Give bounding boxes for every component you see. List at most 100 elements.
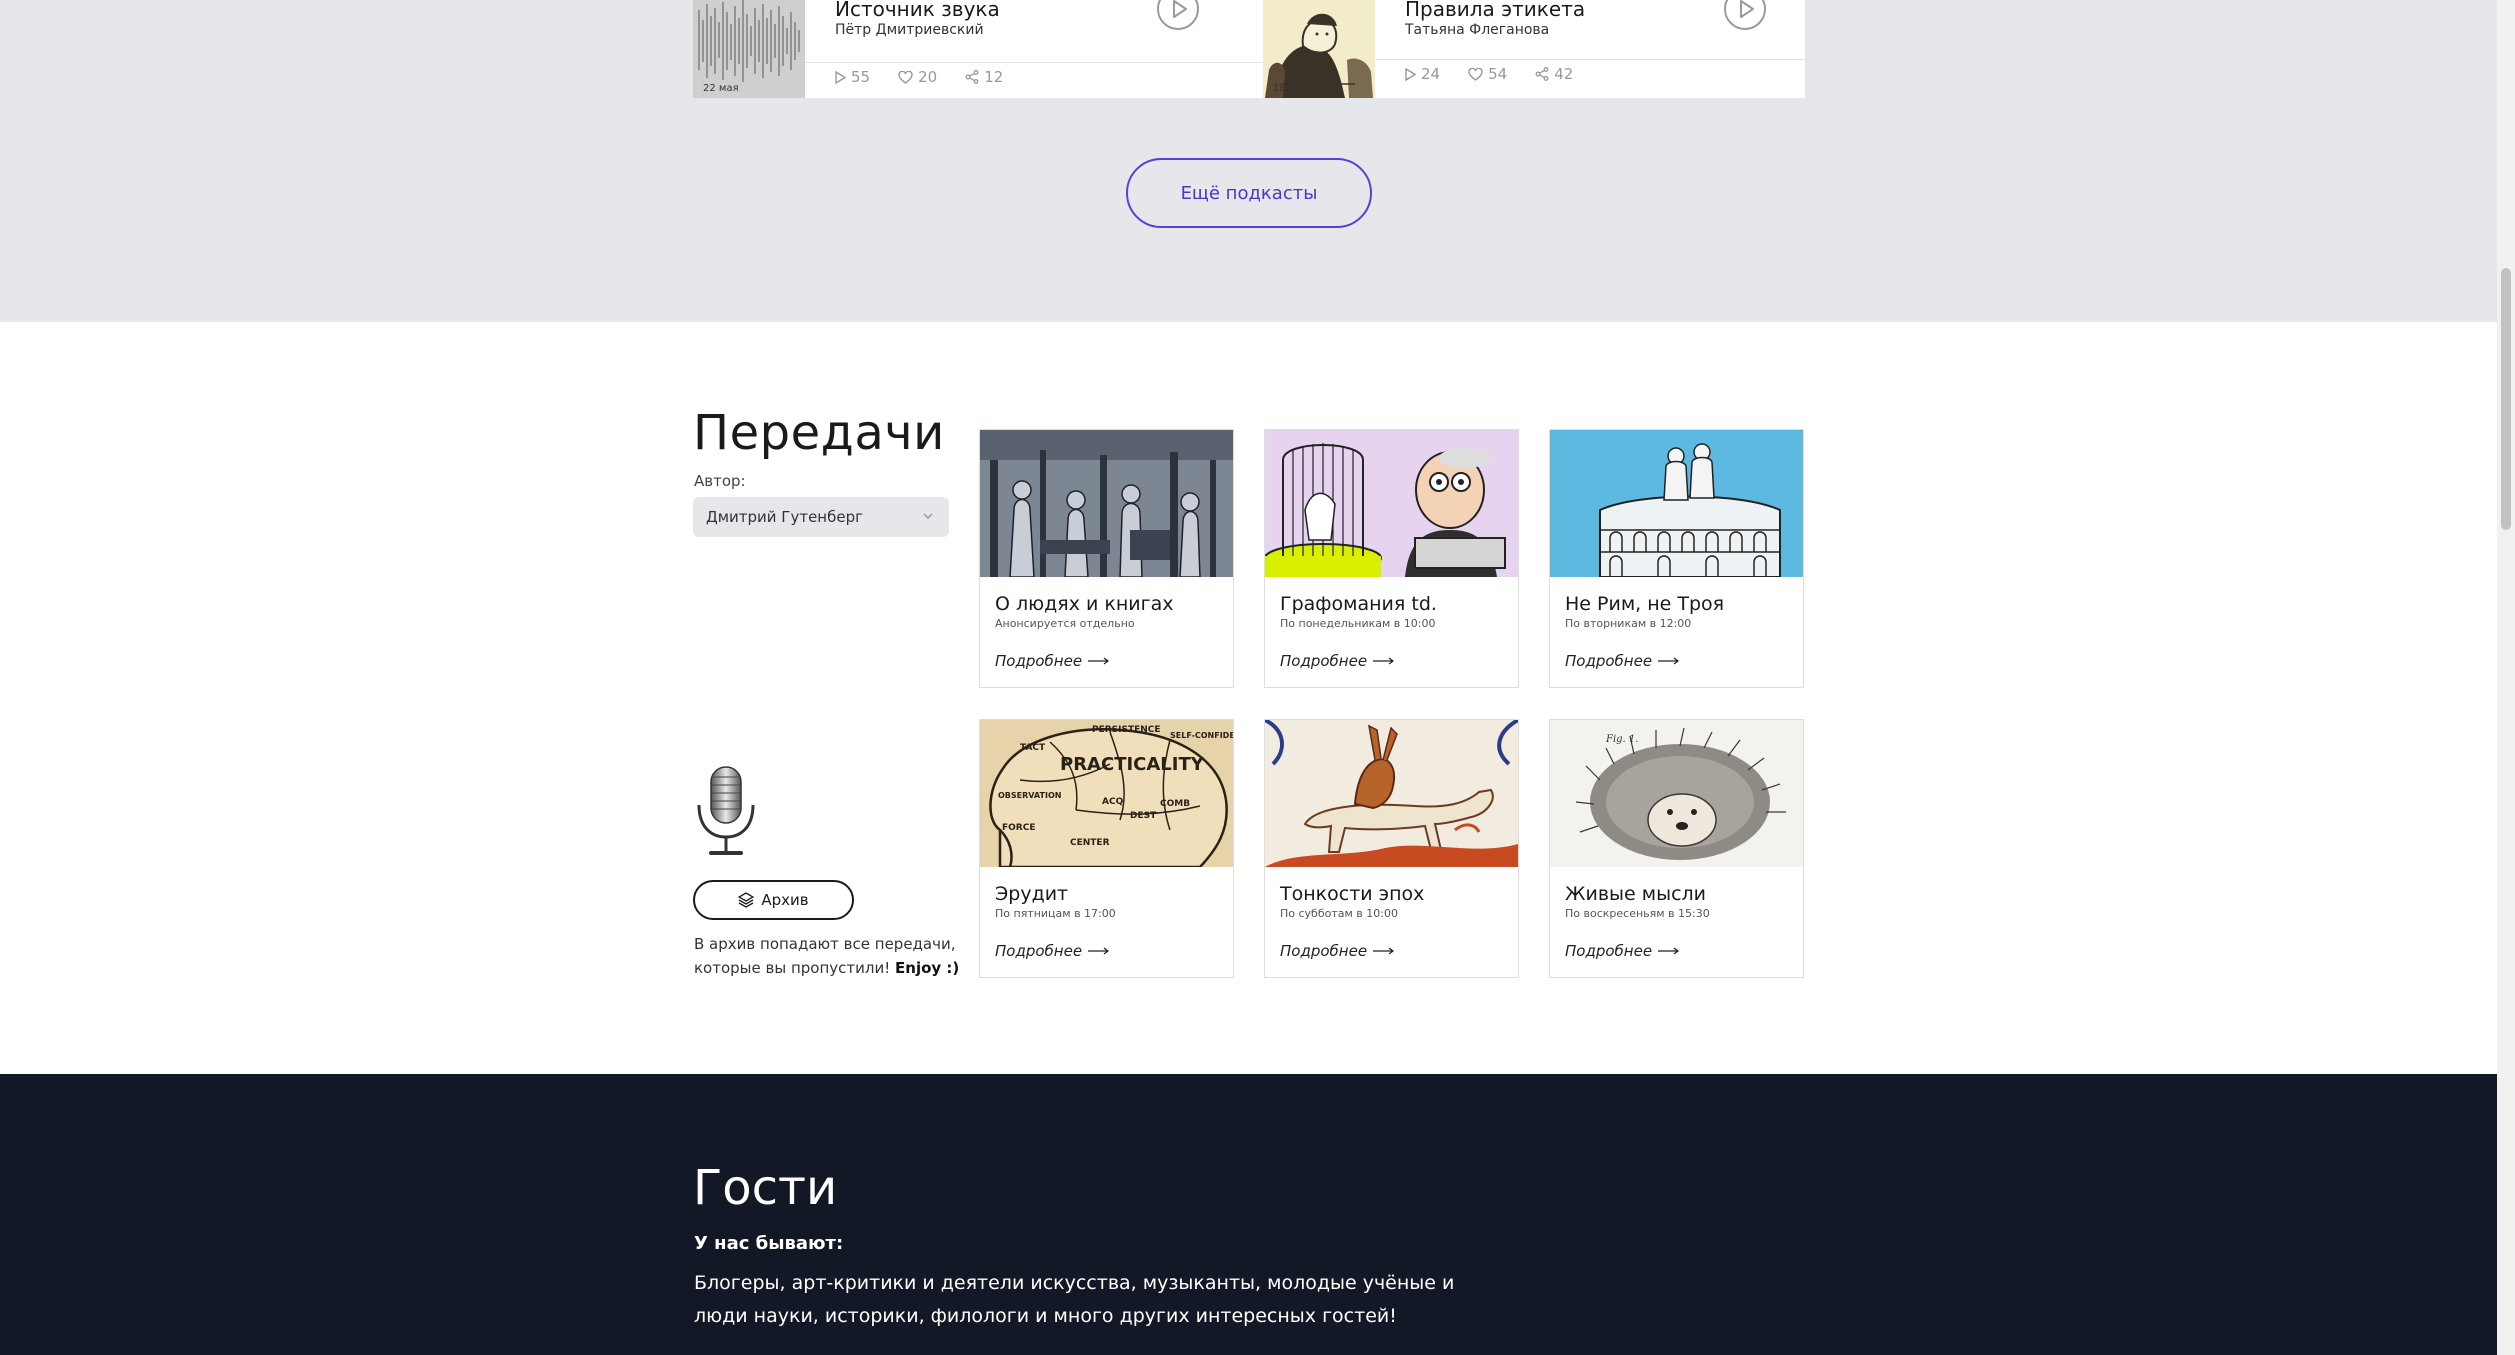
show-image <box>980 430 1233 577</box>
svg-text:CENTER: CENTER <box>1070 838 1110 848</box>
show-details-link[interactable]: Подробнее <box>1280 942 1395 960</box>
layers-icon <box>738 892 755 908</box>
arrow-right-icon <box>1088 947 1110 955</box>
podcast-card[interactable]: 22 мая Источник звука Пётр Дмитриевский … <box>693 0 1263 98</box>
archive-note-bold: Enjoy :) <box>895 959 960 977</box>
likes-stat[interactable]: 54 <box>1468 65 1507 83</box>
svg-text:SELF-CONFIDENCE: SELF-CONFIDENCE <box>1170 731 1233 740</box>
plays-stat: 24 <box>1405 65 1440 83</box>
shows-title: Передачи <box>693 405 945 461</box>
guests-title: Гости <box>693 1160 838 1216</box>
show-details-link[interactable]: Подробнее <box>995 942 1110 960</box>
show-image: PRACTICALITY TACT PERSISTENCE SELF-CONFI… <box>980 720 1233 867</box>
podcast-author: Татьяна Флеганова <box>1405 22 1550 38</box>
arrow-right-icon <box>1373 947 1395 955</box>
details-link-label: Подробнее <box>1565 652 1653 670</box>
show-name[interactable]: Графомания td. <box>1280 593 1437 615</box>
show-card[interactable]: Не Рим, не Троя По вторникам в 12:00 Под… <box>1549 429 1804 688</box>
podcast-thumbnail: 18 мая <box>1263 0 1375 98</box>
details-link-label: Подробнее <box>995 652 1083 670</box>
show-schedule: По пятницам в 17:00 <box>995 907 1116 920</box>
details-link-label: Подробнее <box>995 942 1083 960</box>
show-image: Fig. 1. <box>1550 720 1803 867</box>
arrow-right-icon <box>1088 657 1110 665</box>
more-podcasts-button[interactable]: Ещё подкасты <box>1126 158 1372 228</box>
show-schedule: По вторникам в 12:00 <box>1565 617 1692 630</box>
play-button[interactable] <box>1724 0 1766 30</box>
show-card[interactable]: Тонкости эпох По субботам в 10:00 Подроб… <box>1264 719 1519 978</box>
author-select[interactable]: Дмитрий Гутенберг <box>693 497 949 537</box>
plays-count: 55 <box>851 68 871 86</box>
show-name[interactable]: Не Рим, не Троя <box>1565 593 1724 615</box>
show-name[interactable]: Живые мысли <box>1565 883 1706 905</box>
svg-text:PERSISTENCE: PERSISTENCE <box>1092 725 1161 735</box>
scrollbar-thumb[interactable] <box>2501 268 2511 530</box>
show-schedule: По воскресеньям в 15:30 <box>1565 907 1710 920</box>
podcast-date: 22 мая <box>703 83 739 94</box>
podcasts-section: 22 мая Источник звука Пётр Дмитриевский … <box>0 0 2497 322</box>
likes-count: 20 <box>918 68 938 86</box>
guests-section: Гости У нас бывают: Блогеры, арт-критики… <box>0 1074 2497 1355</box>
svg-text:DEST: DEST <box>1130 811 1157 821</box>
show-name[interactable]: О людях и книгах <box>995 593 1174 615</box>
show-card[interactable]: Fig. 1. Живые мысли По воскресеньям в 15… <box>1549 719 1804 978</box>
show-card[interactable]: Графомания td. По понедельникам в 10:00 … <box>1264 429 1519 688</box>
arrow-right-icon <box>1373 657 1395 665</box>
play-count-icon <box>835 70 846 84</box>
podcast-date: 18 мая <box>1273 83 1309 94</box>
show-details-link[interactable]: Подробнее <box>1565 942 1680 960</box>
show-name[interactable]: Эрудит <box>995 883 1068 905</box>
page-scrollbar[interactable] <box>2497 0 2515 1355</box>
chevron-down-icon <box>923 513 933 520</box>
show-details-link[interactable]: Подробнее <box>995 652 1110 670</box>
show-card[interactable]: О людях и книгах Анонсируется отдельно П… <box>979 429 1234 688</box>
author-filter-label: Автор: <box>694 472 746 490</box>
details-link-label: Подробнее <box>1280 942 1368 960</box>
archive-label: Архив <box>761 891 809 909</box>
play-count-icon <box>1405 67 1416 81</box>
plays-count: 24 <box>1421 65 1441 83</box>
arrow-right-icon <box>1658 657 1680 665</box>
svg-text:Fig. 1.: Fig. 1. <box>1605 734 1638 745</box>
likes-stat[interactable]: 20 <box>898 68 937 86</box>
play-icon <box>1740 0 1754 18</box>
show-schedule: По понедельникам в 10:00 <box>1280 617 1436 630</box>
heart-icon <box>1468 67 1483 81</box>
microphone-icon <box>693 765 759 861</box>
podcast-title[interactable]: Правила этикета <box>1405 0 1585 21</box>
show-details-link[interactable]: Подробнее <box>1565 652 1680 670</box>
shares-stat[interactable]: 12 <box>965 68 1003 86</box>
archive-note: В архив попадают все передачи, которые в… <box>694 932 964 980</box>
svg-text:COMB: COMB <box>1160 799 1190 809</box>
card-divider <box>1375 59 1805 60</box>
podcast-card[interactable]: 18 мая Правила этикета Татьяна Флеганова… <box>1263 0 1805 98</box>
plays-stat: 55 <box>835 68 870 86</box>
shares-stat[interactable]: 42 <box>1535 65 1573 83</box>
podcast-thumbnail: 22 мая <box>693 0 805 98</box>
guests-description: Блогеры, арт-критики и деятели искусства… <box>694 1272 1455 1327</box>
archive-button[interactable]: Архив <box>693 880 854 920</box>
arrow-right-icon <box>1658 947 1680 955</box>
show-details-link[interactable]: Подробнее <box>1280 652 1395 670</box>
podcast-title[interactable]: Источник звука <box>835 0 1000 21</box>
show-image <box>1265 720 1518 867</box>
show-card[interactable]: PRACTICALITY TACT PERSISTENCE SELF-CONFI… <box>979 719 1234 978</box>
show-schedule: Анонсируется отдельно <box>995 617 1135 630</box>
play-button[interactable] <box>1157 0 1199 30</box>
podcast-stats: 24 54 42 <box>1405 65 1573 83</box>
details-link-label: Подробнее <box>1280 652 1368 670</box>
share-icon <box>1535 67 1549 81</box>
likes-count: 54 <box>1488 65 1508 83</box>
share-icon <box>965 70 979 84</box>
svg-text:OBSERVATION: OBSERVATION <box>998 791 1061 800</box>
podcast-author: Пётр Дмитриевский <box>835 22 984 38</box>
show-name[interactable]: Тонкости эпох <box>1280 883 1424 905</box>
shares-count: 12 <box>984 68 1004 86</box>
podcast-stats: 55 20 12 <box>835 68 1003 86</box>
show-image <box>1550 430 1803 577</box>
svg-text:PRACTICALITY: PRACTICALITY <box>1060 754 1205 775</box>
svg-text:TACT: TACT <box>1020 743 1046 753</box>
show-image <box>1265 430 1518 577</box>
svg-text:ACQ: ACQ <box>1102 797 1124 807</box>
author-selected-value: Дмитрий Гутенберг <box>706 508 863 526</box>
